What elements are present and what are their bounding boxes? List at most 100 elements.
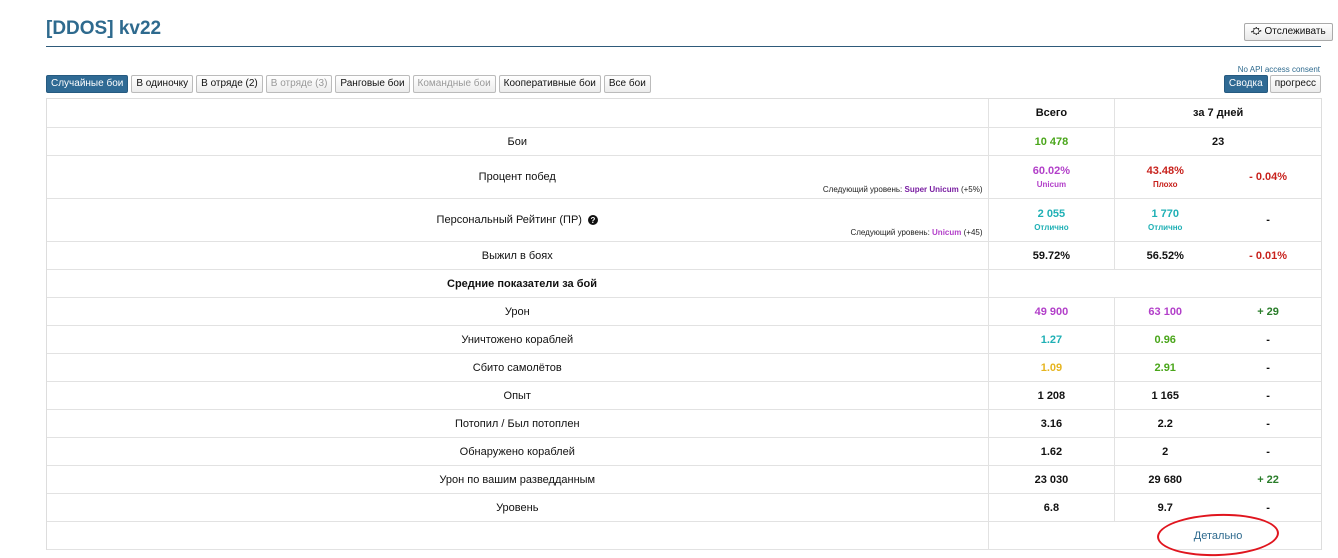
row-label: Уровень	[496, 501, 539, 514]
header-label-cell	[47, 99, 989, 127]
row-label-cell: Бои	[47, 128, 989, 155]
row-label: Сбито самолётов	[472, 361, 562, 374]
next-level-hint: Следующий уровень: Super Unicum (+5%)	[823, 185, 983, 194]
week-rating: Отлично	[1148, 223, 1183, 232]
next-level-name: Super Unicum	[904, 185, 959, 194]
total-value-cell: 1.09	[989, 354, 1116, 381]
row-label: Выжил в боях	[481, 249, 553, 262]
row-label: Обнаружено кораблей	[459, 445, 575, 458]
week-value-cell: 1 770 Отлично	[1115, 199, 1215, 241]
tab-2[interactable]: В отряде (2)	[196, 75, 263, 93]
total-rating: Отлично	[1034, 223, 1069, 232]
table-row: Выжил в боях 59.72% 56.52% - 0.01%	[47, 242, 1321, 270]
details-total-cell	[989, 522, 1115, 549]
tab-5: Командные бои	[412, 75, 496, 93]
row-label-cell: Сбито самолётов	[47, 354, 989, 381]
mode-tab-1[interactable]: прогресс	[1269, 75, 1321, 93]
next-level-prefix: Следующий уровень:	[822, 185, 903, 194]
week-value-cell: 0.96	[1115, 326, 1215, 353]
row-label-cell: Потопил / Был потоплен	[47, 410, 989, 437]
track-button[interactable]: ⛮ Отслеживать	[1244, 23, 1333, 41]
table-row: Бои 10 478 23	[47, 128, 1321, 156]
total-value: 1 208	[1037, 389, 1066, 402]
next-level-suffix: (+45)	[963, 228, 983, 237]
table-row: Процент побед Следующий уровень: Super Un…	[47, 156, 1321, 199]
week-value-cell: 2.2	[1115, 410, 1215, 437]
week-value-cell: 43.48% Плохо	[1115, 156, 1215, 198]
api-consent-note: No API access consent	[1237, 65, 1320, 74]
diff-value: -	[1266, 445, 1270, 458]
total-value-cell: 3.16	[989, 410, 1116, 437]
mode-tab-0[interactable]: Сводка	[1223, 75, 1268, 93]
row-label: Средние показатели за бой	[447, 277, 597, 290]
diff-value: - 0.01%	[1249, 249, 1288, 262]
total-value: 10 478	[1034, 135, 1069, 148]
tab-7[interactable]: Все бои	[603, 75, 651, 93]
row-label-cell: Уровень	[47, 494, 989, 521]
row-label-cell: Средние показатели за бой	[47, 270, 990, 297]
stats-table: Всего за 7 дней Бои 10 478 23 Процент побед…	[46, 98, 1322, 550]
week-value-cell: 2.91	[1115, 354, 1215, 381]
week-value: 2	[1162, 445, 1169, 458]
row-label-cell: Процент побед Следующий уровень: Super Un…	[47, 156, 989, 198]
row-label: Урон по вашим разведданным	[439, 473, 596, 486]
row-label: Процент побед	[478, 171, 556, 183]
tab-3: В отряде (3)	[265, 75, 333, 93]
total-value-cell: 6.8	[989, 494, 1116, 521]
table-row: Уровень 6.8 9.7-	[47, 494, 1321, 522]
track-button-label: Отслеживать	[1264, 26, 1326, 37]
week-value: 29 680	[1148, 473, 1183, 486]
week-value-cell: 2	[1115, 438, 1215, 465]
week-value: 43.48%	[1146, 165, 1184, 177]
week-value: 2.91	[1154, 361, 1176, 374]
column-header-week: за 7 дней	[1193, 107, 1244, 119]
diff-value: + 29	[1257, 305, 1279, 318]
diff-value: -	[1266, 361, 1270, 374]
table-row: Средние показатели за бой	[47, 270, 1321, 298]
total-value: 49 900	[1034, 305, 1069, 318]
row-label: Опыт	[503, 389, 531, 402]
week-value-cell: 56.52%	[1115, 242, 1215, 269]
week-value-cell: 29 680	[1115, 466, 1215, 493]
row-label-cell: Урон по вашим разведданным	[47, 466, 989, 493]
page-title: [DDOS] kv22	[46, 18, 162, 39]
week-value-cell: 23	[1115, 128, 1321, 155]
row-label: Уничтожено кораблей	[461, 333, 574, 346]
next-level-hint: Следующий уровень: Unicum (+45)	[850, 228, 982, 237]
week-value: 1 165	[1151, 389, 1179, 402]
week-value-cell: 63 100	[1115, 298, 1215, 325]
total-rating: Unicum	[1036, 180, 1067, 189]
diff-value: -	[1266, 214, 1270, 226]
row-label-cell: Урон	[47, 298, 989, 325]
tab-1[interactable]: В одиночку	[131, 75, 194, 93]
total-value: 1.09	[1040, 361, 1063, 374]
details-label-cell	[47, 522, 990, 549]
next-level-prefix: Следующий уровень:	[850, 228, 930, 237]
week-value: 63 100	[1148, 305, 1183, 318]
row-label-cell: Персональный Рейтинг (ПР)? Следующий уров…	[47, 199, 989, 241]
row-label: Персональный Рейтинг (ПР)	[436, 214, 582, 226]
week-value: 56.52%	[1146, 249, 1184, 262]
total-value: 60.02%	[1032, 165, 1071, 177]
column-header-total: Всего	[989, 99, 1116, 127]
table-row: Персональный Рейтинг (ПР)? Следующий уров…	[47, 199, 1321, 242]
total-value-cell: 49 900	[989, 298, 1116, 325]
title-divider	[46, 46, 1321, 47]
row-label: Потопил / Был потоплен	[454, 417, 580, 430]
table-header-row: Всего за 7 дней	[47, 99, 1321, 128]
week-value: 2.2	[1157, 417, 1173, 430]
week-value: 9.7	[1157, 501, 1173, 514]
tab-0[interactable]: Случайные бои	[46, 75, 129, 93]
tab-4[interactable]: Ранговые бои	[335, 75, 410, 93]
table-row: Урон по вашим разведданным 23 030 29 680 + …	[47, 466, 1321, 494]
section-empty-cell	[989, 270, 1321, 297]
week-rating: Плохо	[1152, 180, 1178, 189]
total-value: 1.62	[1040, 445, 1063, 458]
tab-6[interactable]: Кооперативные бои	[498, 75, 601, 93]
week-value-cell: 1 165	[1115, 382, 1215, 409]
next-level-name: Unicum	[932, 228, 962, 237]
total-value-cell: 2 055 Отлично	[989, 199, 1116, 241]
help-icon[interactable]: ?	[587, 215, 598, 225]
table-row: Опыт 1 208 1 165 -	[47, 382, 1321, 410]
diff-value: - 0.04%	[1249, 171, 1288, 183]
